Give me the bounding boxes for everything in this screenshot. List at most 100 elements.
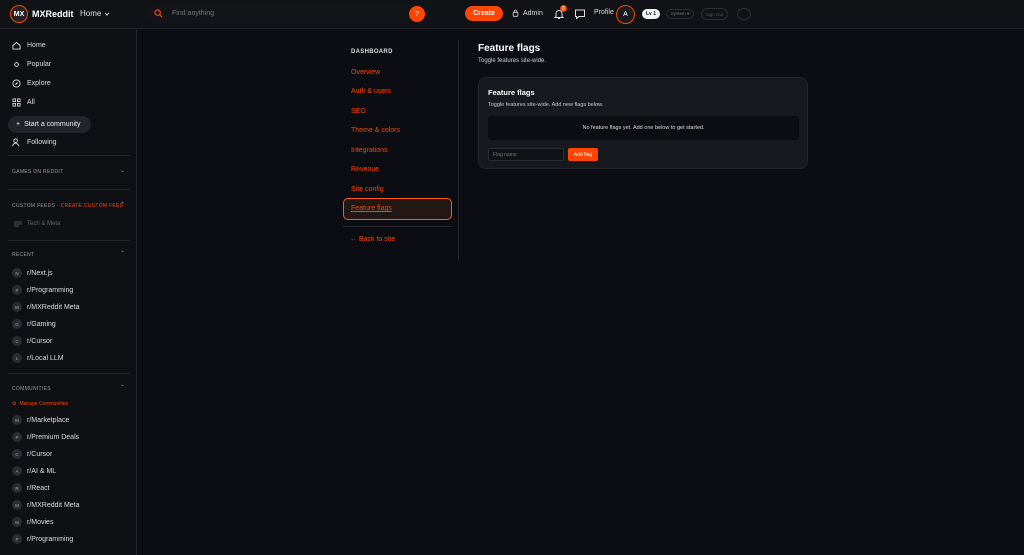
search-icon (154, 9, 163, 18)
start-community-label: Start a community (24, 121, 81, 128)
chat-icon[interactable] (574, 8, 586, 20)
community-name: r/Marketplace (27, 416, 70, 424)
sidebar-item-home[interactable]: Home (12, 41, 46, 50)
home-dropdown[interactable]: Home (80, 9, 110, 18)
community-name: r/Gaming (27, 320, 56, 328)
home-dropdown-label: Home (80, 9, 102, 18)
custom-feeds-section-header[interactable]: CUSTOM FEEDS · CREATE CUSTOM FEED (12, 203, 124, 209)
dashboard-link-integrations[interactable]: Integrations (351, 147, 388, 154)
divider (343, 226, 452, 227)
sidebar-item-all[interactable]: All (12, 98, 35, 107)
dashboard-link-revenue[interactable]: Revenue (351, 166, 379, 173)
explore-icon (12, 79, 21, 88)
community-name: r/Programming (27, 535, 74, 543)
sidebar-item-following[interactable]: Following (12, 138, 57, 147)
list-item[interactable]: Lr/Local LLM (12, 353, 64, 363)
sidebar-item-explore[interactable]: Explore (12, 79, 51, 88)
list-item[interactable]: Mr/MXReddit Meta (12, 302, 80, 312)
level-badge: Lv 1 (642, 9, 660, 19)
chevron-up-icon[interactable]: ⌃ (120, 250, 125, 257)
community-name: r/Programming (27, 286, 74, 294)
search-input[interactable]: Find anything (172, 10, 214, 17)
community-icon: M (12, 500, 22, 510)
list-item[interactable]: Mr/MXReddit Meta (12, 500, 80, 510)
community-icon: P (12, 534, 22, 544)
dashboard-link-label: Feature flags (351, 205, 392, 212)
sidebar-item-label: Explore (27, 80, 51, 87)
community-icon: P (12, 285, 22, 295)
community-name: r/MXReddit Meta (27, 303, 80, 311)
custom-feeds-label: CUSTOM FEEDS (12, 203, 56, 209)
search-help-button[interactable]: ? (409, 6, 425, 22)
list-icon (14, 221, 22, 227)
list-item[interactable]: Ar/AI & ML (12, 466, 56, 476)
chevron-up-icon[interactable]: ⌃ (120, 201, 125, 208)
list-item[interactable]: Mr/Movies (12, 517, 53, 527)
communities-section-header[interactable]: COMMUNITIES (12, 386, 51, 392)
community-name: r/MXReddit Meta (27, 501, 80, 509)
recent-section-header[interactable]: RECENT (12, 252, 34, 258)
community-name: r/Cursor (27, 450, 53, 458)
community-icon: L (12, 353, 22, 363)
community-icon: C (12, 449, 22, 459)
create-custom-feed-link[interactable]: CREATE CUSTOM FEED (61, 203, 124, 209)
list-item[interactable]: Pr/Programming (12, 534, 73, 544)
flag-name-input[interactable]: Flag name (488, 148, 564, 161)
plus-icon: + (16, 121, 21, 128)
back-to-site-link[interactable]: ← Back to site (350, 236, 395, 243)
brand-name[interactable]: MXReddit (32, 9, 74, 19)
list-item[interactable]: Rr/React (12, 483, 50, 493)
empty-state: No feature flags yet. Add one below to g… (488, 116, 799, 140)
chevron-up-icon[interactable]: ⌃ (120, 384, 125, 391)
dashboard-link-theme-colors[interactable]: Theme & colors (351, 127, 400, 134)
avatar[interactable]: A (616, 5, 635, 24)
card-subtitle: Toggle features site-wide. Add new flags… (488, 102, 604, 108)
dashboard-link-overview[interactable]: Overview (351, 69, 380, 76)
gear-icon: ⚙ (12, 401, 17, 407)
custom-feed-item[interactable]: Tech & Meta (14, 221, 60, 227)
popular-icon (14, 62, 19, 67)
community-name: r/Cursor (27, 337, 53, 345)
dashboard-link-feature-flags[interactable]: Feature flags (343, 198, 452, 220)
logo[interactable]: MX (10, 5, 28, 23)
search-bar[interactable]: Find anything ? (146, 4, 430, 24)
list-item[interactable]: Pr/Premium Deals (12, 432, 79, 442)
page-subtitle: Toggle features site-wide. (478, 58, 547, 64)
profile-link[interactable]: Profile (594, 9, 614, 16)
list-item[interactable]: Cr/Cursor (12, 449, 52, 459)
dashboard-link-seo[interactable]: SEO (351, 108, 366, 115)
community-icon: R (12, 483, 22, 493)
page-title: Feature flags (478, 43, 541, 54)
community-icon: M (12, 517, 22, 527)
list-item[interactable]: Pr/Programming (12, 285, 73, 295)
admin-link[interactable]: Admin (512, 9, 543, 17)
divider (8, 240, 130, 241)
top-bar: MX MXReddit Home Find anything ? Create … (0, 0, 1024, 29)
notification-badge: 8 (560, 5, 567, 12)
create-button[interactable]: Create (465, 6, 503, 21)
more-button[interactable] (737, 8, 751, 20)
manage-communities-label: Manage Communities (19, 401, 69, 407)
sidebar: Home Popular Explore All + Start a commu… (0, 29, 137, 555)
sign-out-button[interactable]: Sign Out (701, 8, 728, 20)
list-item[interactable]: Gr/Gaming (12, 319, 56, 329)
dashboard-link-auth-users[interactable]: Auth & users (351, 88, 391, 95)
list-item[interactable]: Cr/Cursor (12, 336, 52, 346)
sidebar-item-label: Popular (27, 61, 52, 68)
list-item[interactable]: Mr/Marketplace (12, 415, 69, 425)
add-flag-button[interactable]: Add flag (568, 148, 598, 161)
system-dropdown[interactable]: System ▾ (666, 9, 694, 19)
dashboard-link-site-config[interactable]: Site config (351, 186, 384, 193)
chevron-down-icon[interactable]: ⌄ (120, 167, 125, 174)
community-icon: P (12, 432, 22, 442)
list-item[interactable]: Nr/Next.js (12, 268, 53, 278)
dashboard-title: DASHBOARD (351, 49, 393, 55)
empty-state-text: No feature flags yet. Add one below to g… (582, 125, 705, 131)
manage-communities-link[interactable]: ⚙ Manage Communities (12, 401, 68, 407)
divider (8, 155, 130, 156)
start-community-button[interactable]: + Start a community (8, 116, 91, 133)
lock-icon (512, 9, 519, 17)
games-section-header[interactable]: GAMES ON REDDIT (12, 169, 63, 175)
community-name: r/AI & ML (27, 467, 57, 475)
sidebar-item-popular[interactable]: Popular (12, 60, 51, 69)
